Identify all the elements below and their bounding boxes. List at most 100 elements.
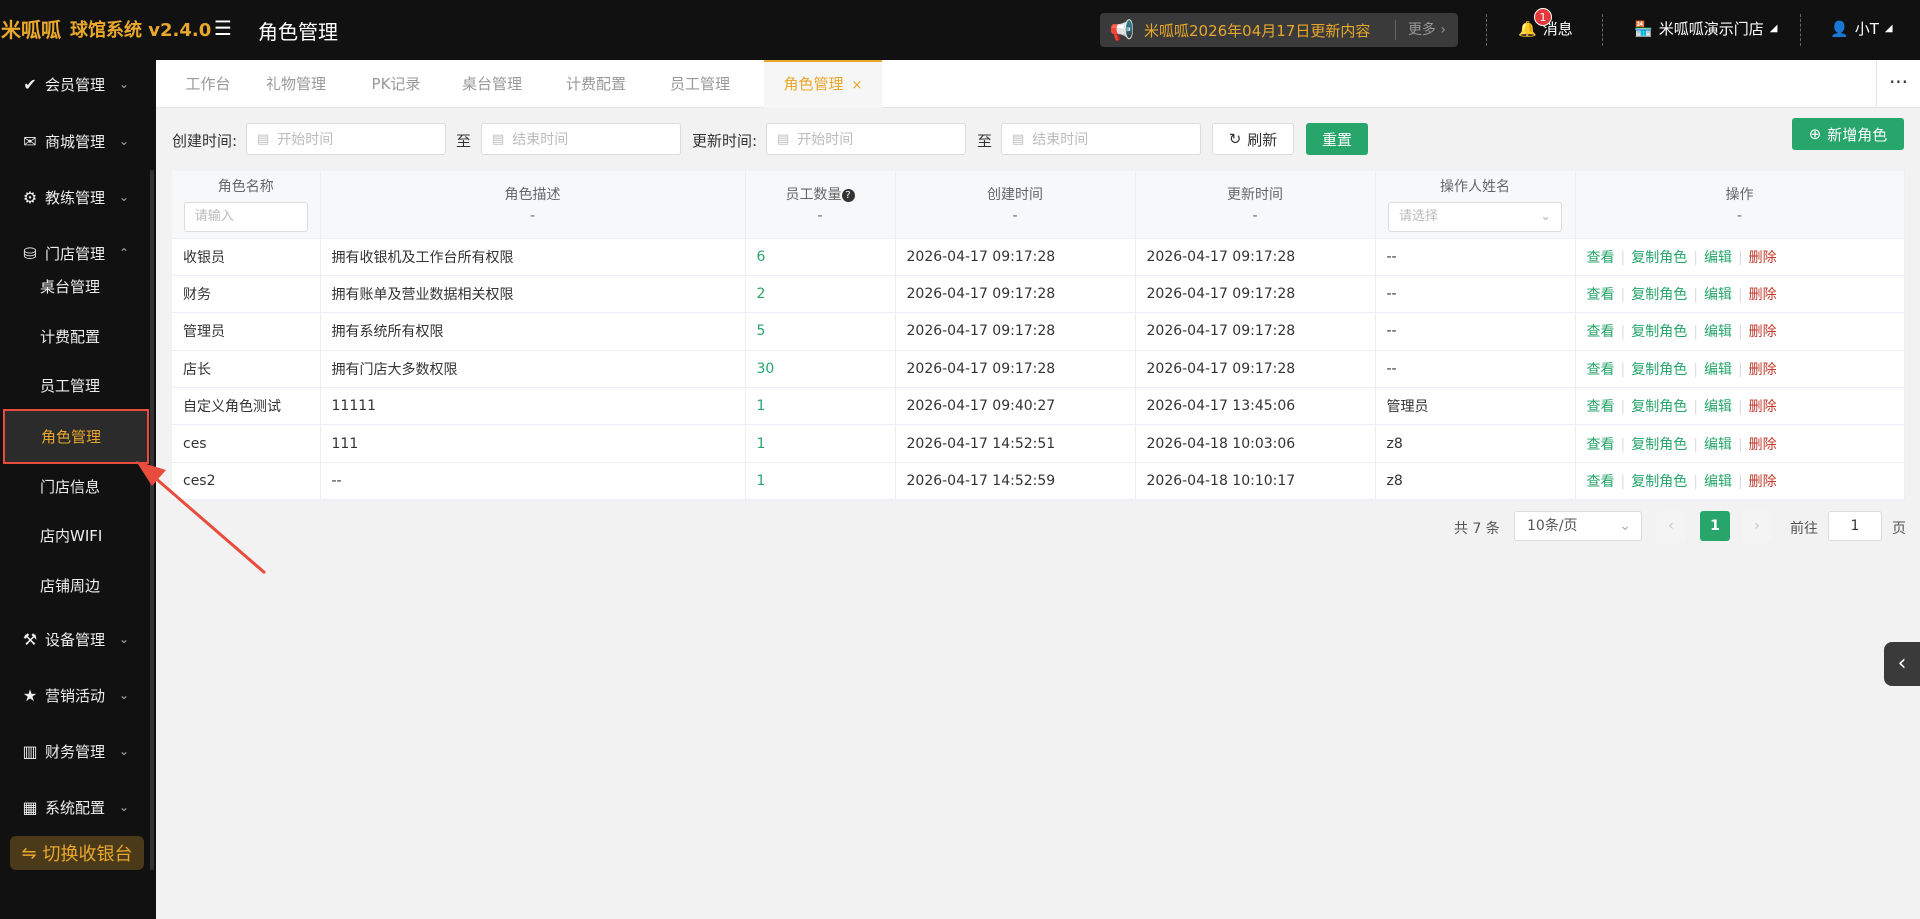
update-notice[interactable]: 📢 米呱呱2026年04月17日更新内容 更多 › — [1100, 13, 1458, 47]
updated-time-cell: 2026-04-17 09:17:28 — [1135, 350, 1376, 389]
sidebar-group-system[interactable]: ▦ 系统配置 ⌄ — [0, 787, 150, 827]
sidebar-item-nearby[interactable]: 店铺周边 — [0, 562, 150, 608]
sidebar-item-roles[interactable]: 角色管理 — [3, 409, 149, 464]
sidebar-scrollbar[interactable] — [150, 170, 154, 870]
refresh-button[interactable]: ↻ 刷新 — [1212, 123, 1294, 155]
name-filter-input[interactable]: 请输入 — [183, 202, 308, 233]
delete-link[interactable]: 删除 — [1749, 324, 1777, 340]
edit-link[interactable]: 编辑 — [1704, 324, 1732, 340]
staff-count-cell[interactable]: 6 — [745, 238, 896, 276]
tab-workbench[interactable]: 工作台 — [176, 60, 240, 108]
sidebar-item-tables[interactable]: 桌台管理 — [0, 263, 150, 309]
drawer-toggle-chevron-left-icon[interactable]: ‹ — [1884, 642, 1920, 686]
view-link[interactable]: 查看 — [1587, 362, 1615, 378]
view-link[interactable]: 查看 — [1587, 250, 1615, 266]
created-end-input[interactable]: ▤ 结束时间 — [481, 123, 681, 155]
view-link[interactable]: 查看 — [1587, 474, 1615, 490]
edit-link[interactable]: 编辑 — [1704, 287, 1732, 303]
column-header-actions: 操作 - — [1575, 171, 1905, 239]
page-number-current[interactable]: 1 — [1700, 511, 1730, 541]
view-link[interactable]: 查看 — [1587, 324, 1615, 340]
sidebar-group-coach[interactable]: ⚙ 教练管理 ⌄ — [0, 177, 150, 217]
tab-staff[interactable]: 员工管理 — [660, 60, 740, 108]
operator-filter-select[interactable]: 请选择 ⌄ — [1388, 202, 1562, 233]
staff-count-cell[interactable]: 1 — [745, 462, 896, 501]
copy-role-link[interactable]: 复制角色 — [1631, 250, 1687, 266]
copy-role-link[interactable]: 复制角色 — [1631, 399, 1687, 415]
staff-count-cell[interactable]: 30 — [745, 350, 896, 389]
add-role-button[interactable]: ⊕ 新增角色 — [1792, 118, 1904, 150]
sidebar-group-finance[interactable]: ▥ 财务管理 ⌄ — [0, 731, 150, 771]
menu-collapse-icon[interactable]: ☰ — [214, 16, 232, 40]
edit-link[interactable]: 编辑 — [1704, 362, 1732, 378]
delete-link[interactable]: 删除 — [1749, 474, 1777, 490]
staff-count-cell[interactable]: 1 — [745, 424, 896, 463]
sidebar-group-device[interactable]: ⚒ 设备管理 ⌄ — [0, 619, 150, 659]
copy-role-link[interactable]: 复制角色 — [1631, 362, 1687, 378]
delete-link[interactable]: 删除 — [1749, 437, 1777, 453]
updated-time-cell: 2026-04-17 09:17:28 — [1135, 312, 1376, 351]
action-separator: | — [1737, 436, 1743, 453]
action-separator: | — [1620, 399, 1626, 416]
chevron-up-icon: ⌃ — [119, 246, 130, 260]
copy-role-link[interactable]: 复制角色 — [1631, 324, 1687, 340]
sidebar-group-mall[interactable]: ✉ 商城管理 ⌄ — [0, 121, 150, 161]
more-icon[interactable]: ··· — [1876, 60, 1920, 108]
staff-count-cell[interactable]: 5 — [745, 312, 896, 351]
sidebar-group-member[interactable]: ✔ 会员管理 ⌄ — [0, 64, 150, 104]
sidebar-group-marketing[interactable]: ★ 营销活动 ⌄ — [0, 675, 150, 715]
edit-link[interactable]: 编辑 — [1704, 399, 1732, 415]
calendar-icon: ▤ — [1012, 131, 1025, 147]
switch-cashier-button[interactable]: ⇋ 切换收银台 — [10, 836, 144, 870]
copy-role-link[interactable]: 复制角色 — [1631, 474, 1687, 490]
tab-tables[interactable]: 桌台管理 — [452, 60, 532, 108]
tab-gifts[interactable]: 礼物管理 — [256, 60, 336, 108]
tab-pk-records[interactable]: PK记录 — [356, 60, 436, 108]
delete-link[interactable]: 删除 — [1749, 287, 1777, 303]
edit-link[interactable]: 编辑 — [1704, 474, 1732, 490]
role-desc-cell: 111 — [320, 424, 746, 463]
user-menu[interactable]: 👤 小T ◢ — [1830, 18, 1893, 39]
sidebar-item-staff[interactable]: 员工管理 — [0, 362, 150, 408]
sidebar-item-billing[interactable]: 计费配置 — [0, 313, 150, 359]
updated-end-input[interactable]: ▤ 结束时间 — [1001, 123, 1201, 155]
close-icon[interactable]: × — [852, 78, 863, 93]
view-link[interactable]: 查看 — [1587, 399, 1615, 415]
sidebar-item-store-info[interactable]: 门店信息 — [0, 463, 150, 509]
calendar-icon: ▤ — [777, 131, 790, 147]
staff-count-cell[interactable]: 1 — [745, 387, 896, 426]
copy-role-link[interactable]: 复制角色 — [1631, 437, 1687, 453]
notice-more-link[interactable]: 更多 › — [1394, 20, 1458, 40]
delete-link[interactable]: 删除 — [1749, 399, 1777, 415]
store-selector[interactable]: 🏪 米呱呱演示门店 ◢ — [1634, 18, 1777, 39]
sidebar-item-wifi[interactable]: 店内WIFI — [0, 512, 150, 558]
reset-button[interactable]: 重置 — [1306, 123, 1368, 155]
delete-link[interactable]: 删除 — [1749, 250, 1777, 266]
device-icon: ⚒ — [22, 629, 38, 649]
copy-role-link[interactable]: 复制角色 — [1631, 287, 1687, 303]
prev-page-button[interactable]: ‹ — [1656, 511, 1686, 541]
tab-roles[interactable]: 角色管理 × — [764, 60, 882, 108]
updated-start-input[interactable]: ▤ 开始时间 — [766, 123, 966, 155]
view-link[interactable]: 查看 — [1587, 287, 1615, 303]
created-time-cell: 2026-04-17 09:40:27 — [895, 387, 1136, 426]
created-time-cell: 2026-04-17 14:52:59 — [895, 462, 1136, 501]
notice-text[interactable]: 米呱呱2026年04月17日更新内容 — [1144, 20, 1395, 41]
roles-table: 角色名称 请输入 角色描述 - 员工数量? - 创建时间 - 更新时间 - 操作人姓名 请选… — [172, 171, 1905, 501]
role-desc-cell: 拥有门店大多数权限 — [320, 350, 746, 389]
next-page-button[interactable]: › — [1742, 511, 1772, 541]
goto-page-input[interactable]: 1 — [1828, 511, 1882, 541]
delete-link[interactable]: 删除 — [1749, 362, 1777, 378]
tab-billing[interactable]: 计费配置 — [556, 60, 636, 108]
edit-link[interactable]: 编辑 — [1704, 250, 1732, 266]
page-size-select[interactable]: 10条/页 ⌄ — [1514, 511, 1642, 541]
staff-count-cell[interactable]: 2 — [745, 275, 896, 314]
help-icon[interactable]: ? — [841, 189, 855, 203]
role-name-cell: 自定义角色测试 — [172, 387, 321, 426]
view-link[interactable]: 查看 — [1587, 437, 1615, 453]
column-header-updated: 更新时间 - — [1135, 171, 1376, 239]
messages-button[interactable]: 🔔 1 消息 — [1518, 7, 1573, 39]
created-start-input[interactable]: ▤ 开始时间 — [246, 123, 446, 155]
edit-link[interactable]: 编辑 — [1704, 437, 1732, 453]
app-title: 球馆系统 v2.4.0 — [70, 20, 212, 41]
